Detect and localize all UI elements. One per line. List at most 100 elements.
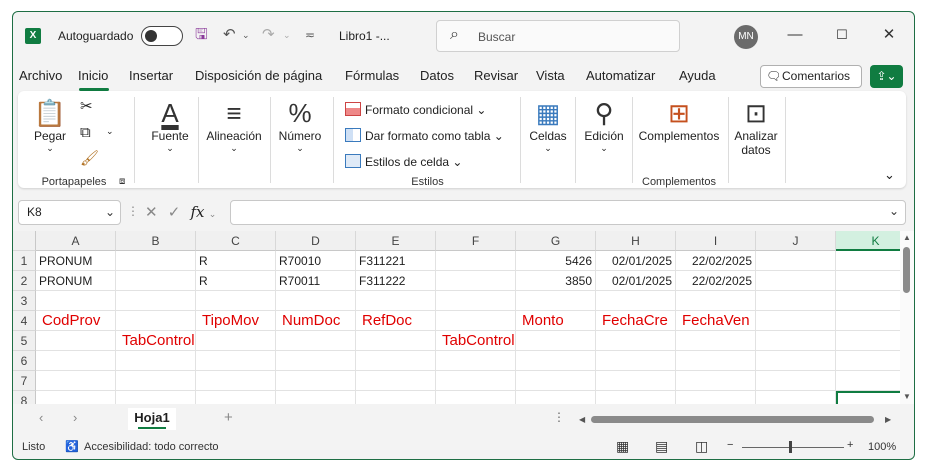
cell-g1[interactable]: 5426: [516, 251, 596, 271]
cell-b7[interactable]: [116, 371, 196, 391]
undo-icon[interactable]: ↶: [223, 25, 236, 45]
column-header-g[interactable]: G: [516, 231, 596, 251]
column-header-a[interactable]: A: [36, 231, 116, 251]
cell-b3[interactable]: [116, 291, 196, 311]
cell-h4[interactable]: FechaCre: [596, 311, 676, 331]
file-name[interactable]: Libro1 -...: [339, 29, 390, 43]
cell-c3[interactable]: [196, 291, 276, 311]
sheet-options-icon[interactable]: ⋮: [553, 410, 565, 424]
autosave-toggle[interactable]: [141, 26, 183, 46]
next-sheet-icon[interactable]: ›: [73, 410, 77, 425]
cell-c2[interactable]: R: [196, 271, 276, 291]
spreadsheet-grid[interactable]: A B C D E F G H I J K 1 PRONUM R R70010 F311221 5426 02/0…: [13, 231, 900, 404]
cell-e6[interactable]: [356, 351, 436, 371]
cell-a1[interactable]: PRONUM: [36, 251, 116, 271]
vertical-scrollbar[interactable]: ▲ ▼: [900, 231, 914, 404]
cell-c5[interactable]: [196, 331, 276, 351]
row-header-1[interactable]: 1: [13, 251, 36, 271]
cell-i2[interactable]: 22/02/2025: [676, 271, 756, 291]
active-cell-k8[interactable]: [836, 391, 900, 404]
cell-d4[interactable]: NumDoc: [276, 311, 356, 331]
cell-f2[interactable]: [436, 271, 516, 291]
tab-insertar[interactable]: Insertar: [129, 68, 173, 83]
cell-f3[interactable]: [436, 291, 516, 311]
cell-g8[interactable]: [516, 391, 596, 404]
conditional-format-button[interactable]: Formato condicional ⌄: [345, 102, 486, 117]
cell-b2[interactable]: [116, 271, 196, 291]
comments-button[interactable]: 🗨 Comentarios: [760, 65, 862, 88]
addins-button[interactable]: ⊞ Complementos: [635, 97, 723, 143]
column-header-k[interactable]: K: [836, 231, 900, 251]
scroll-left-icon[interactable]: ◀: [579, 415, 585, 424]
tab-disposicion[interactable]: Disposición de página: [195, 68, 322, 83]
cell-a7[interactable]: [36, 371, 116, 391]
cell-d5[interactable]: [276, 331, 356, 351]
tab-formulas[interactable]: Fórmulas: [345, 68, 399, 83]
cell-g6[interactable]: [516, 351, 596, 371]
cell-styles-button[interactable]: Estilos de celda ⌄: [345, 154, 462, 169]
copy-icon[interactable]: ⧉: [80, 124, 91, 141]
cell-k5[interactable]: [836, 331, 900, 351]
horizontal-scrollbar[interactable]: ◀ ▶: [579, 413, 895, 425]
format-as-table-button[interactable]: Dar formato como tabla ⌄: [345, 128, 504, 143]
cell-h2[interactable]: 02/01/2025: [596, 271, 676, 291]
cell-j6[interactable]: [756, 351, 836, 371]
column-header-e[interactable]: E: [356, 231, 436, 251]
vertical-scroll-thumb[interactable]: [903, 247, 910, 293]
cell-d3[interactable]: [276, 291, 356, 311]
paste-button[interactable]: 📋 Pegar ⌄: [30, 97, 70, 154]
cell-f4[interactable]: [436, 311, 516, 331]
redo-dropdown-icon[interactable]: ⌄: [283, 25, 291, 45]
cell-i3[interactable]: [676, 291, 756, 311]
analyze-data-button[interactable]: ⊡ Analizar datos: [732, 97, 780, 157]
cell-f1[interactable]: [436, 251, 516, 271]
cell-b8[interactable]: [116, 391, 196, 404]
sheet-tab-hoja1[interactable]: Hoja1: [128, 408, 176, 430]
cell-d7[interactable]: [276, 371, 356, 391]
cell-g5[interactable]: [516, 331, 596, 351]
minimize-icon[interactable]: —: [785, 25, 805, 45]
cell-j2[interactable]: [756, 271, 836, 291]
accessibility-status[interactable]: Accesibilidad: todo correcto: [84, 441, 219, 453]
column-header-i[interactable]: I: [676, 231, 756, 251]
cell-d2[interactable]: R70011: [276, 271, 356, 291]
customize-toolbar-icon[interactable]: ≂: [305, 25, 315, 45]
redo-icon[interactable]: ↷: [262, 25, 275, 45]
cell-f8[interactable]: [436, 391, 516, 404]
font-button[interactable]: A Fuente ⌄: [140, 97, 200, 154]
cell-a2[interactable]: PRONUM: [36, 271, 116, 291]
cell-h8[interactable]: [596, 391, 676, 404]
cell-g2[interactable]: 3850: [516, 271, 596, 291]
cell-a5[interactable]: [36, 331, 116, 351]
column-header-d[interactable]: D: [276, 231, 356, 251]
column-header-h[interactable]: H: [596, 231, 676, 251]
cell-b6[interactable]: [116, 351, 196, 371]
row-header-5[interactable]: 5: [13, 331, 36, 351]
cell-e2[interactable]: F311222: [356, 271, 436, 291]
name-box-dropdown-icon[interactable]: ⌄: [105, 201, 115, 224]
cancel-icon[interactable]: ✕: [145, 204, 158, 221]
row-header-3[interactable]: 3: [13, 291, 36, 311]
ribbon-collapse-icon[interactable]: ⌄: [884, 167, 895, 183]
cell-k2[interactable]: [836, 271, 900, 291]
zoom-slider[interactable]: [742, 447, 844, 448]
cell-e1[interactable]: F311221: [356, 251, 436, 271]
cell-j1[interactable]: [756, 251, 836, 271]
cell-i6[interactable]: [676, 351, 756, 371]
save-icon[interactable]: 🖫: [195, 25, 208, 45]
formula-expand-icon[interactable]: ⌄: [889, 204, 899, 218]
cell-j4[interactable]: [756, 311, 836, 331]
zoom-in-button[interactable]: +: [847, 439, 853, 451]
column-header-j[interactable]: J: [756, 231, 836, 251]
cell-b1[interactable]: [116, 251, 196, 271]
zoom-out-button[interactable]: −: [727, 439, 733, 451]
insert-function-icon[interactable]: fx: [191, 203, 205, 221]
cell-j3[interactable]: [756, 291, 836, 311]
cell-c7[interactable]: [196, 371, 276, 391]
fx-dropdown-icon[interactable]: ⌄: [209, 209, 217, 219]
cell-h3[interactable]: [596, 291, 676, 311]
cell-d1[interactable]: R70010: [276, 251, 356, 271]
cell-c1[interactable]: R: [196, 251, 276, 271]
page-layout-view-icon[interactable]: ▤: [655, 438, 668, 455]
row-header-4[interactable]: 4: [13, 311, 36, 331]
